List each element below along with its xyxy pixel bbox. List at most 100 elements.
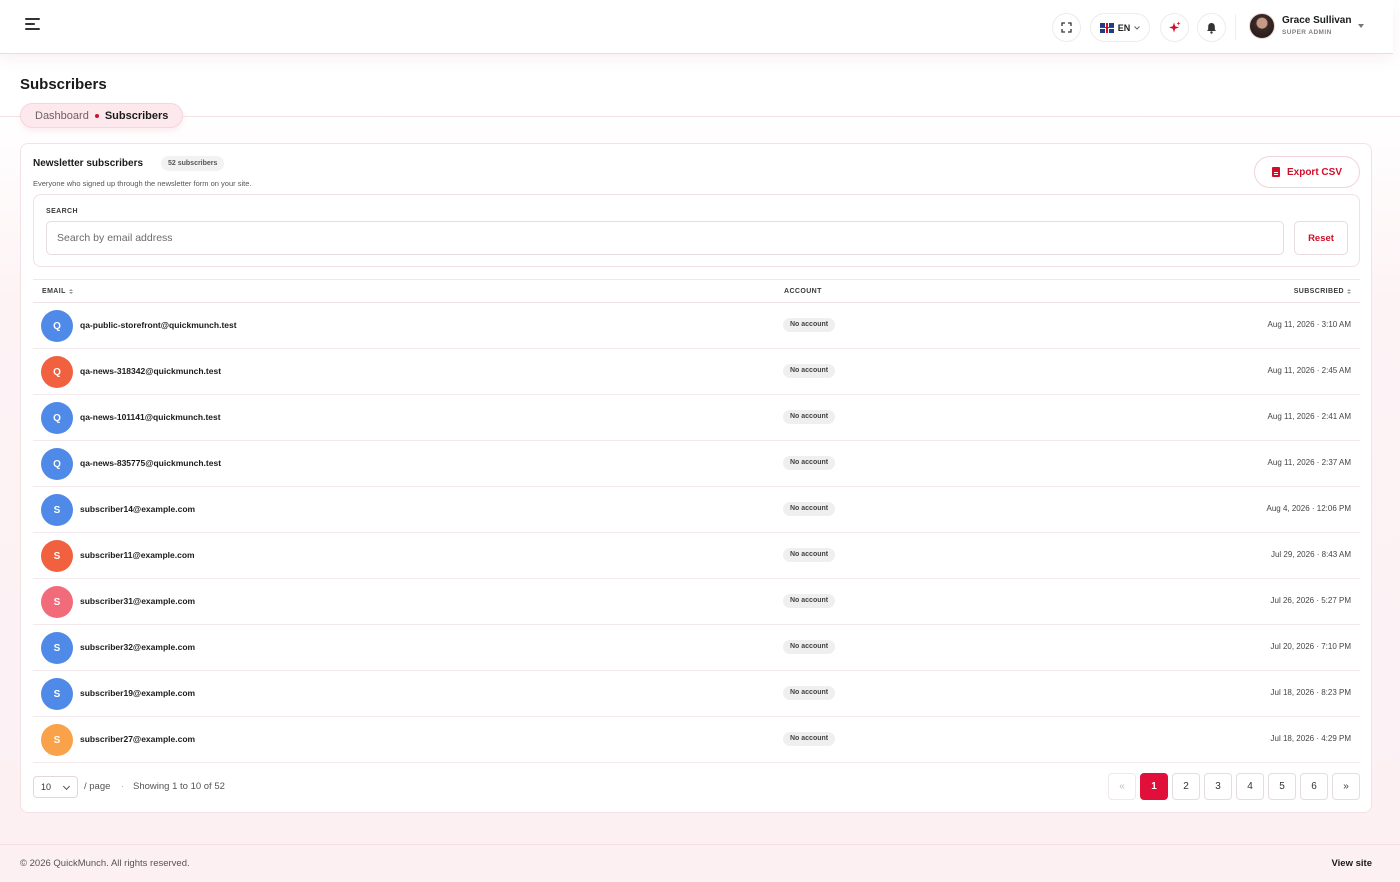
pagination: «1 2 3 4 5 6» <box>1108 773 1360 800</box>
avatar: S <box>41 678 73 710</box>
export-csv-button[interactable]: Export CSV <box>1254 156 1360 188</box>
bell-icon <box>1207 22 1216 34</box>
row-email: subscriber31@example.com <box>80 596 196 606</box>
row-subscribed-date: Jul 29, 2026 · 8:43 AM <box>1270 550 1351 559</box>
avatar: S <box>41 632 73 664</box>
account-badge: No account <box>783 456 836 470</box>
chevron-down-icon <box>1134 25 1141 30</box>
column-email[interactable]: EMAIL <box>42 288 73 295</box>
row-email: subscriber27@example.com <box>80 734 196 744</box>
table-header: EMAIL ACCOUNT SUBSCRIBED <box>33 279 1360 303</box>
per-page-select[interactable]: 10 <box>33 776 78 798</box>
table-row[interactable]: Ssubscriber19@example.com No account Jul 1… <box>33 671 1360 717</box>
account-badge: No account <box>783 594 836 608</box>
page-5-button[interactable]: 5 <box>1268 773 1296 800</box>
avatar: Q <box>41 448 73 480</box>
language-selector[interactable]: EN <box>1090 13 1150 42</box>
account-badge: No account <box>783 502 836 516</box>
page-4-button[interactable]: 4 <box>1236 773 1264 800</box>
account-badge: No account <box>783 640 836 654</box>
card-description: Everyone who signed up through the newsl… <box>33 179 252 188</box>
account-badge: No account <box>783 364 836 378</box>
notifications-button[interactable] <box>1197 13 1226 42</box>
page-3-button[interactable]: 3 <box>1204 773 1232 800</box>
column-email-label: EMAIL <box>42 288 66 295</box>
per-page-value: 10 <box>41 782 52 792</box>
table-row[interactable]: Qqa-news-318342@quickmunch.test No accoun… <box>33 349 1360 395</box>
top-bar: EN Grace Sullivan SUPER ADMIN <box>0 0 1393 54</box>
uk-flag-icon <box>1099 22 1114 33</box>
table-row[interactable]: Qqa-news-101141@quickmunch.test No accoun… <box>33 395 1360 441</box>
page-1-button[interactable]: 1 <box>1140 773 1168 800</box>
export-csv-label: Export CSV <box>1286 166 1342 178</box>
avatar: S <box>41 494 73 526</box>
table-row[interactable]: Qqa-public-storefront@quickmunch.test No … <box>33 303 1360 349</box>
table-row[interactable]: Ssubscriber31@example.com No account Jul 2… <box>33 579 1360 625</box>
view-site-link[interactable]: View site <box>1332 858 1373 869</box>
sort-icon <box>1347 289 1351 294</box>
column-subscribed[interactable]: SUBSCRIBED <box>1294 288 1351 295</box>
separator: · <box>121 781 125 792</box>
column-subscribed-label: SUBSCRIBED <box>1293 288 1344 295</box>
account-badge: No account <box>783 548 836 562</box>
next-page-button[interactable]: » <box>1332 773 1360 800</box>
divider <box>0 844 1400 845</box>
avatar: Q <box>41 402 73 434</box>
avatar: Q <box>41 310 73 342</box>
row-subscribed-date: Jul 26, 2026 · 5:27 PM <box>1270 596 1352 605</box>
ai-assistant-button[interactable] <box>1160 13 1189 42</box>
row-email: qa-news-101141@quickmunch.test <box>80 412 221 422</box>
search-panel: SEARCH Reset <box>33 194 1360 267</box>
search-input[interactable] <box>46 221 1284 255</box>
account-badge: No account <box>783 410 836 424</box>
avatar: Q <box>41 356 73 388</box>
menu-icon[interactable] <box>25 18 43 36</box>
table-body: Qqa-public-storefront@quickmunch.test No … <box>33 303 1360 763</box>
reset-button[interactable]: Reset <box>1294 221 1348 255</box>
showing-range: Showing 1 to 10 of 52 <box>133 781 225 792</box>
row-subscribed-date: Aug 4, 2026 · 12:06 PM <box>1266 504 1352 513</box>
row-email: subscriber11@example.com <box>80 550 195 560</box>
prev-page-button[interactable]: « <box>1108 773 1136 800</box>
fullscreen-button[interactable] <box>1052 13 1081 42</box>
file-icon <box>1271 167 1280 177</box>
table-row[interactable]: Ssubscriber27@example.com No account Jul 1… <box>33 717 1360 763</box>
row-subscribed-date: Aug 11, 2026 · 3:10 AM <box>1267 320 1351 329</box>
row-subscribed-date: Aug 11, 2026 · 2:41 AM <box>1267 412 1351 421</box>
page-2-button[interactable]: 2 <box>1172 773 1200 800</box>
language-label: EN <box>1117 22 1131 33</box>
fullscreen-icon <box>1061 22 1072 33</box>
column-account-label: ACCOUNT <box>784 288 822 295</box>
subscriber-count-badge: 52 subscribers <box>161 156 225 171</box>
table-row[interactable]: Qqa-news-835775@quickmunch.test No accoun… <box>33 441 1360 487</box>
user-menu-caret-icon[interactable] <box>1358 24 1364 28</box>
row-subscribed-date: Jul 20, 2026 · 7:10 PM <box>1270 642 1352 651</box>
row-email: qa-news-835775@quickmunch.test <box>80 458 222 468</box>
avatar[interactable] <box>1249 13 1275 39</box>
subscribers-card: Newsletter subscribers 52 subscribers Ev… <box>20 143 1372 813</box>
row-subscribed-date: Aug 11, 2026 · 2:45 AM <box>1267 366 1351 375</box>
user-name[interactable]: Grace Sullivan <box>1282 15 1351 26</box>
sparkle-icon <box>1169 21 1181 33</box>
table-row[interactable]: Ssubscriber32@example.com No account Jul 2… <box>33 625 1360 671</box>
copyright: © 2026 QuickMunch. All rights reserved. <box>20 858 190 869</box>
user-role: SUPER ADMIN <box>1282 29 1332 36</box>
row-subscribed-date: Aug 11, 2026 · 2:37 AM <box>1267 458 1351 467</box>
per-page-label: / page <box>84 781 111 792</box>
row-email: subscriber32@example.com <box>80 642 196 652</box>
row-email: qa-public-storefront@quickmunch.test <box>80 320 237 330</box>
divider <box>0 116 1400 117</box>
breadcrumb-separator-icon <box>94 113 99 118</box>
page-6-button[interactable]: 6 <box>1300 773 1328 800</box>
account-badge: No account <box>783 732 836 746</box>
breadcrumb-dashboard-link[interactable]: Dashboard <box>35 110 89 122</box>
avatar: S <box>41 724 73 756</box>
breadcrumb: Dashboard Subscribers <box>20 103 184 128</box>
table-row[interactable]: Ssubscriber11@example.com No account Jul 2… <box>33 533 1360 579</box>
row-email: subscriber14@example.com <box>80 504 196 514</box>
table-row[interactable]: Ssubscriber14@example.com No account Aug 4… <box>33 487 1360 533</box>
account-badge: No account <box>783 318 836 332</box>
row-subscribed-date: Jul 18, 2026 · 8:23 PM <box>1270 688 1352 697</box>
chevron-down-icon <box>62 782 71 791</box>
search-label: SEARCH <box>46 208 78 215</box>
